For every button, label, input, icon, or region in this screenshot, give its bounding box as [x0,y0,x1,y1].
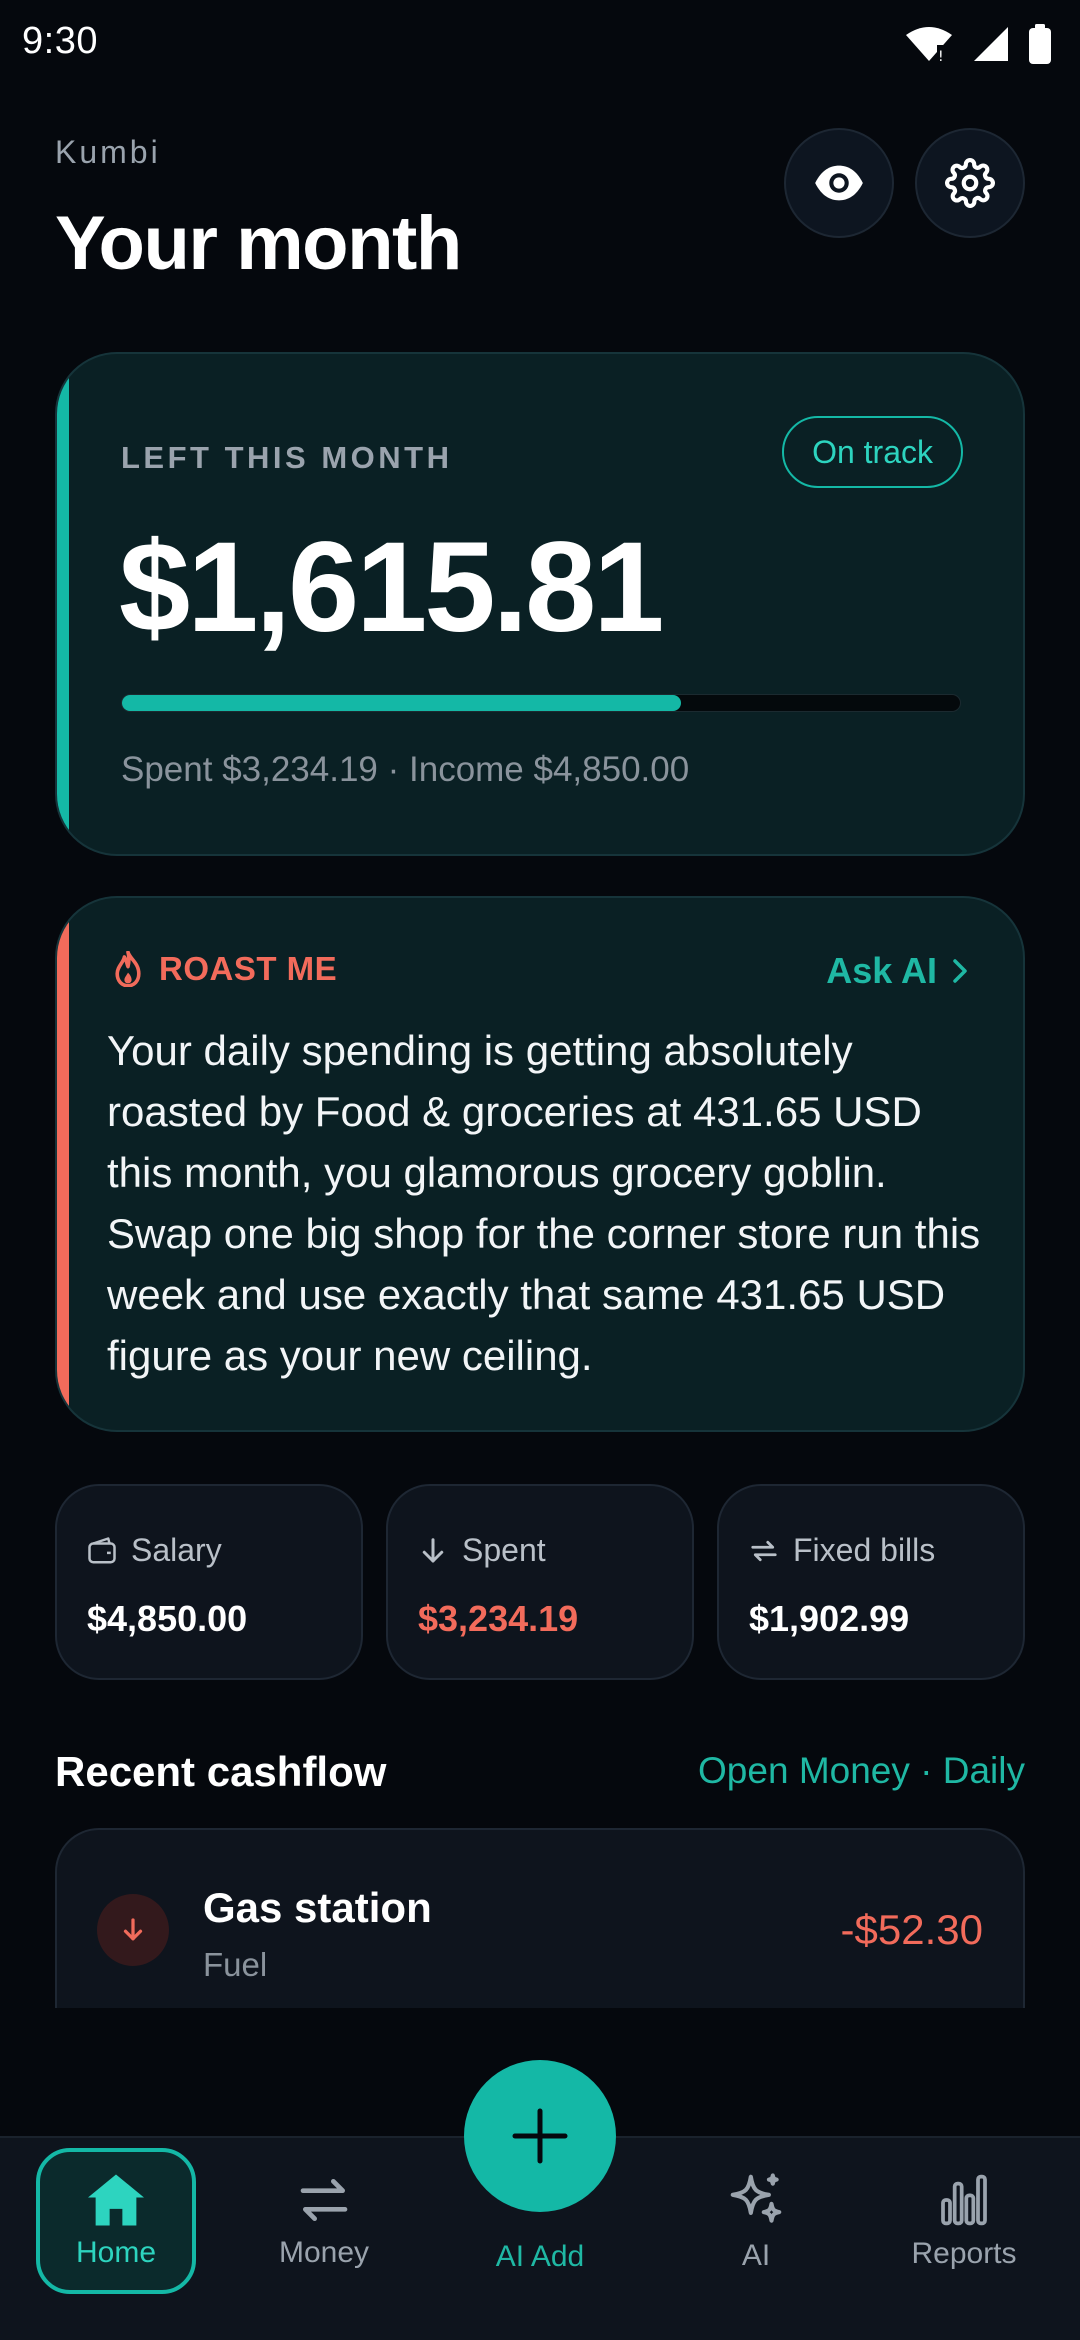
roast-header: ROAST ME [113,950,337,988]
transaction-type-badge [97,1894,169,1966]
balance-amount: $1,615.81 [119,516,664,659]
roast-card[interactable]: ROAST ME Ask AI Your daily spending is g… [55,896,1025,1432]
gear-icon [945,158,995,208]
balance-summary: Spent $3,234.19 · Income $4,850.00 [121,750,690,789]
stat-card-fixed-bills[interactable]: Fixed bills $1,902.99 [717,1484,1025,1680]
roast-label: ROAST ME [159,950,338,987]
page-title: Your month [55,201,462,286]
card-accent-bar [57,898,69,1430]
transaction-amount: -$52.30 [840,1906,983,1953]
battery-icon [1029,24,1051,64]
cellular-icon [974,27,1008,61]
stat-card-salary[interactable]: Salary $4,850.00 [55,1484,363,1680]
stat-value: $4,850.00 [87,1598,248,1639]
open-money-link[interactable]: Open Money · Daily [698,1750,1025,1792]
balance-card[interactable]: LEFT THIS MONTH On track $1,615.81 Spent… [55,352,1025,856]
transaction-row[interactable]: Gas station Fuel -$52.30 [55,1828,1025,2008]
nav-item-ai[interactable]: AI [676,2148,836,2294]
plus-icon [512,2108,568,2164]
home-screen: 9:30 ! Kumbi Your month LEFT THIS MONTH … [0,0,1080,2340]
flame-icon [115,951,141,987]
roast-message: Your daily spending is getting absolutel… [107,1027,981,1379]
nav-item-reports[interactable]: Reports [884,2148,1044,2294]
arrow-down-icon [123,1918,143,1941]
nav-label: Money [278,2236,370,2269]
section-title-cashflow: Recent cashflow [55,1748,387,1795]
stat-label: Fixed bills [793,1532,936,1568]
eye-icon [815,165,863,201]
stat-label: Salary [131,1532,222,1568]
settings-button[interactable] [915,128,1025,238]
card-accent-bar [57,354,69,854]
stat-value: $3,234.19 [418,1598,579,1639]
svg-text:!: ! [938,49,944,63]
ai-add-button[interactable] [464,2060,616,2212]
ai-add-label: AI Add [495,2240,585,2273]
nav-label: AI [741,2239,771,2272]
toggle-visibility-button[interactable] [784,128,894,238]
nav-label: Reports [911,2237,1017,2270]
repeat-icon [751,1540,777,1561]
transaction-category: Fuel [203,1946,268,1983]
ask-ai-button[interactable]: Ask AI [826,950,969,992]
nav-item-home[interactable]: Home [36,2148,196,2294]
transfer-icon [300,2179,348,2221]
home-icon [88,2174,144,2226]
status-badge: On track [782,416,963,488]
budget-progress-bar [121,694,961,712]
wifi-icon: ! [906,27,952,63]
bar-chart-icon [941,2174,987,2226]
nav-label: Home [75,2236,157,2269]
budget-progress-fill [122,695,681,711]
chevron-right-icon [953,959,967,983]
balance-label: LEFT THIS MONTH [121,440,453,475]
stat-label: Spent [462,1532,546,1568]
app-name: Kumbi [55,134,161,170]
status-time: 9:30 [22,20,98,62]
stat-card-spent[interactable]: Spent $3,234.19 [386,1484,694,1680]
stat-value: $1,902.99 [749,1598,910,1639]
status-icons: ! [904,24,1052,64]
sparkle-icon [730,2173,782,2223]
wallet-icon [88,1536,116,1563]
ask-ai-label: Ask AI [826,950,937,991]
transaction-name: Gas station [203,1884,432,1931]
status-bar: 9:30 ! [0,0,1080,90]
arrow-down-icon [422,1537,444,1562]
nav-item-money[interactable]: Money [244,2148,404,2294]
